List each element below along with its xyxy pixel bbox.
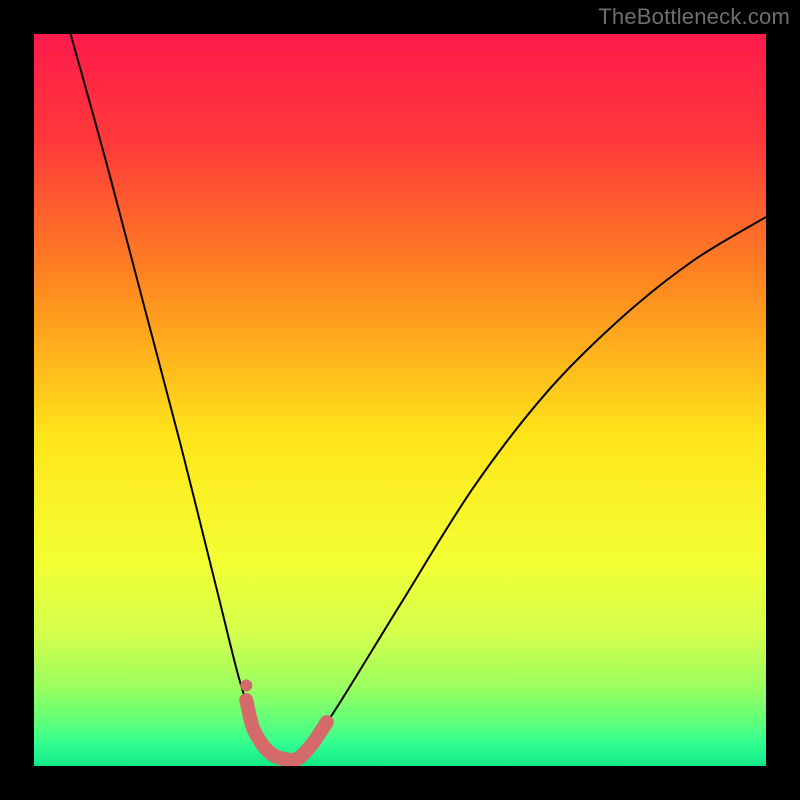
watermark-text: TheBottleneck.com: [598, 4, 790, 30]
chart-frame: TheBottleneck.com: [0, 0, 800, 800]
optimal-range-dot: [240, 679, 252, 691]
chart-gradient-background: [34, 34, 766, 766]
chart-plot-area: [34, 34, 766, 766]
chart-svg: [34, 34, 766, 766]
